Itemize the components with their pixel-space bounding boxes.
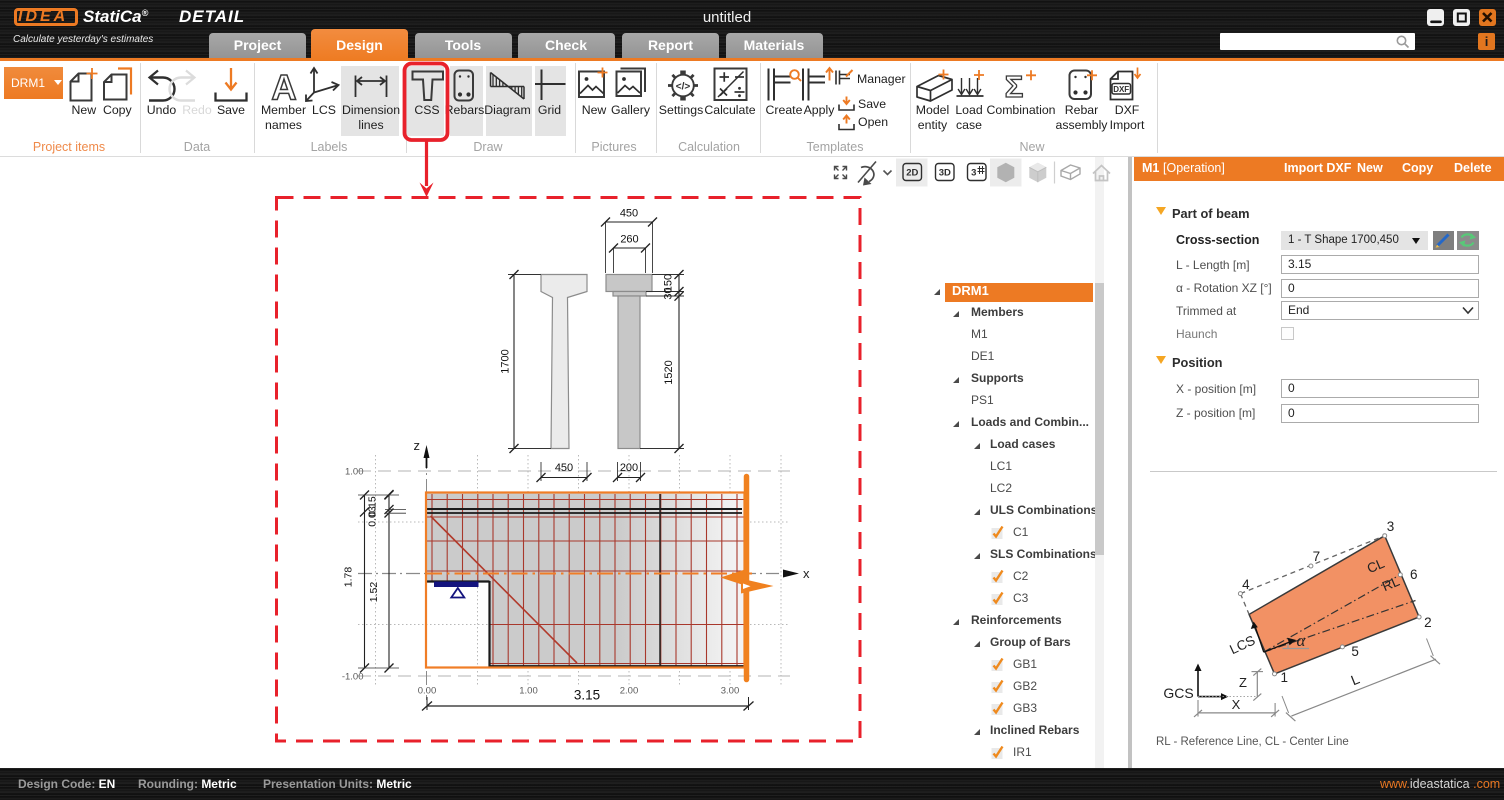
svg-text:DXF: DXF xyxy=(1113,85,1129,94)
svg-text:</>: </> xyxy=(676,82,691,93)
svg-text:Σ: Σ xyxy=(1005,69,1024,104)
